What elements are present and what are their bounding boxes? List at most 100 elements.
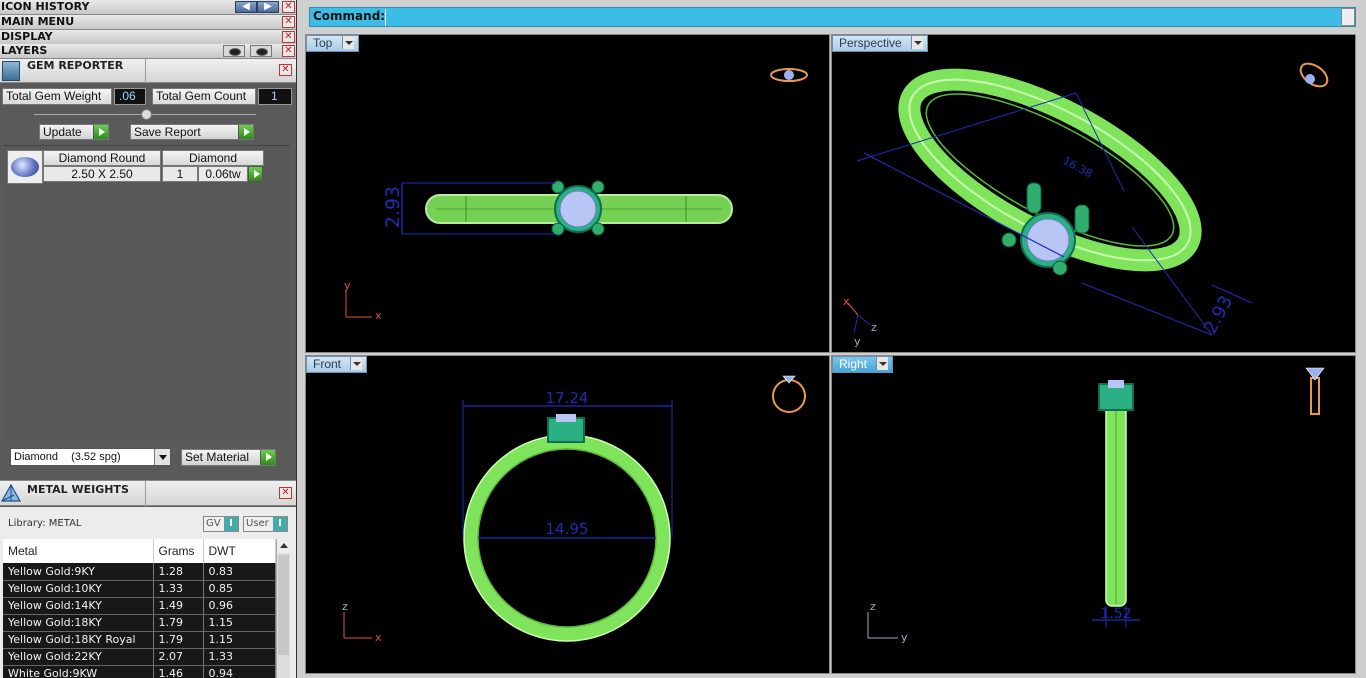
forward-arrow-icon[interactable]: ▶ bbox=[257, 1, 279, 13]
metal-name: Yellow Gold:18KY Royal bbox=[3, 631, 154, 649]
info-icon: I bbox=[224, 517, 238, 531]
metal-weights-body: Library: METAL GV I User I Metal Grams D… bbox=[0, 507, 296, 678]
scroll-thumb[interactable] bbox=[278, 555, 289, 655]
table-header-row: Metal Grams DWT bbox=[3, 539, 276, 563]
user-toggle[interactable]: User I bbox=[243, 516, 288, 532]
metal-dwt: 1.15 bbox=[203, 614, 276, 632]
gv-label: GV bbox=[206, 518, 221, 529]
total-gem-count-value: 1 bbox=[258, 88, 292, 105]
top-label-text: Top bbox=[313, 36, 333, 50]
metal-grams: 1.79 bbox=[153, 614, 204, 632]
table-row[interactable]: Yellow Gold:22KY 2.07 1.33 bbox=[3, 648, 276, 666]
command-input[interactable] bbox=[388, 9, 1338, 25]
table-row[interactable]: White Gold:9KW 1.46 0.94 bbox=[3, 665, 276, 678]
metal-weights-scrollbar[interactable] bbox=[276, 539, 290, 678]
top-axis-y: y bbox=[344, 279, 351, 292]
table-row[interactable]: Yellow Gold:18KY Royal 1.79 1.15 bbox=[3, 631, 276, 649]
table-row[interactable]: Yellow Gold:9KY 1.28 0.83 bbox=[3, 563, 276, 581]
chevron-down-icon[interactable] bbox=[341, 36, 354, 49]
front-label-text: Front bbox=[313, 357, 342, 371]
total-gem-count-label: Total Gem Count bbox=[152, 88, 256, 105]
update-label: Update bbox=[43, 125, 82, 139]
perspective-axis-z: z bbox=[871, 321, 877, 334]
viewport-top[interactable]: 2.93 y x Top bbox=[305, 34, 830, 353]
gem-reporter-title: GEM REPORTER bbox=[27, 59, 124, 72]
chevron-down-icon[interactable] bbox=[350, 357, 363, 370]
metal-dwt: 0.83 bbox=[203, 563, 276, 581]
main-menu-header[interactable]: MAIN MENU ✕ bbox=[0, 15, 296, 30]
material-spg: (3.52 spg) bbox=[71, 451, 121, 463]
right-axis-y: y bbox=[901, 631, 908, 644]
back-arrow-icon[interactable]: ◀ bbox=[235, 1, 257, 13]
save-report-button[interactable]: Save Report bbox=[130, 124, 254, 140]
top-thumbnail-icon[interactable] bbox=[770, 68, 808, 82]
layers-header[interactable]: LAYERS ✕ bbox=[0, 44, 296, 59]
icon-history-header[interactable]: ICON HISTORY ◀ ▶ ✕ bbox=[0, 0, 296, 15]
right-axis-z: z bbox=[870, 600, 876, 613]
viewport-label-right[interactable]: Right bbox=[832, 356, 894, 373]
column-header[interactable]: Metal bbox=[3, 539, 154, 563]
close-icon[interactable]: ✕ bbox=[279, 487, 292, 499]
gem-size: 2.50 X 2.50 bbox=[43, 166, 161, 182]
close-icon[interactable]: ✕ bbox=[279, 64, 292, 76]
layer-visibility-icon[interactable] bbox=[223, 45, 245, 57]
icon-history-title: ICON HISTORY bbox=[1, 0, 90, 13]
set-material-button[interactable]: Set Material bbox=[181, 449, 276, 466]
command-scroll-spinner[interactable] bbox=[1341, 8, 1355, 26]
save-report-label: Save Report bbox=[134, 125, 201, 139]
metal-name: Yellow Gold:18KY bbox=[3, 614, 154, 632]
gv-toggle[interactable]: GV I bbox=[203, 516, 239, 532]
chevron-down-icon[interactable] bbox=[911, 36, 924, 49]
viewport-label-top[interactable]: Top bbox=[306, 35, 359, 52]
scroll-up-icon[interactable] bbox=[277, 539, 290, 553]
close-icon[interactable]: ✕ bbox=[282, 1, 295, 13]
chevron-down-icon[interactable] bbox=[876, 357, 889, 370]
perspective-axis-x: x bbox=[843, 295, 850, 308]
material-select[interactable]: Diamond (3.52 spg) bbox=[10, 448, 171, 466]
perspective-thumbnail-icon[interactable] bbox=[1297, 59, 1332, 91]
front-dim-outer: 17.24 bbox=[546, 389, 589, 407]
metal-dwt: 0.85 bbox=[203, 580, 276, 598]
diamond-round-icon[interactable] bbox=[7, 150, 43, 184]
column-header[interactable]: DWT bbox=[203, 539, 276, 563]
top-dim-height: 2.93 bbox=[382, 186, 404, 228]
gem-reporter-header: GEM REPORTER ✕ bbox=[0, 59, 296, 83]
viewport-label-perspective[interactable]: Perspective bbox=[832, 35, 929, 52]
metal-dwt: 0.96 bbox=[203, 597, 276, 615]
update-button[interactable]: Update bbox=[39, 124, 109, 140]
table-row[interactable]: Yellow Gold:18KY 1.79 1.15 bbox=[3, 614, 276, 632]
metal-weights-title: METAL WEIGHTS bbox=[27, 483, 129, 496]
gem-weight: 0.06tw bbox=[198, 166, 248, 182]
metal-grams: 1.46 bbox=[153, 665, 204, 678]
metal-grams: 1.49 bbox=[153, 597, 204, 615]
play-icon bbox=[260, 450, 275, 465]
metal-grams: 1.79 bbox=[153, 631, 204, 649]
gem-go-icon[interactable] bbox=[248, 166, 263, 182]
eye-icon[interactable] bbox=[250, 45, 272, 57]
gem-material-header: Diamond bbox=[162, 150, 264, 166]
metal-name: White Gold:9KW bbox=[3, 665, 154, 678]
pyramid-icon bbox=[0, 483, 22, 502]
right-thumbnail-icon[interactable] bbox=[1305, 367, 1325, 415]
gem-shape-header: Diamond Round bbox=[43, 150, 161, 166]
close-icon[interactable]: ✕ bbox=[282, 16, 295, 28]
column-header[interactable]: Grams bbox=[153, 539, 204, 563]
metal-grams: 1.28 bbox=[153, 563, 204, 581]
front-dim-inner: 14.95 bbox=[546, 520, 589, 538]
close-icon[interactable]: ✕ bbox=[282, 45, 295, 57]
main-menu-title: MAIN MENU bbox=[1, 15, 75, 28]
collapse-handle-icon[interactable] bbox=[141, 109, 152, 120]
metal-grams: 2.07 bbox=[153, 648, 204, 666]
table-row[interactable]: Yellow Gold:10KY 1.33 0.85 bbox=[3, 580, 276, 598]
close-icon[interactable]: ✕ bbox=[282, 31, 295, 43]
display-header[interactable]: DISPLAY ✕ bbox=[0, 30, 296, 45]
viewport-perspective[interactable]: 16.38 2.93 x z y Perspective bbox=[831, 34, 1356, 353]
top-view-canvas: 2.93 y x bbox=[344, 68, 808, 322]
viewport-label-front[interactable]: Front bbox=[306, 356, 368, 373]
front-thumbnail-icon[interactable] bbox=[772, 375, 806, 413]
table-row[interactable]: Yellow Gold:14KY 1.49 0.96 bbox=[3, 597, 276, 615]
command-label: Command: bbox=[313, 9, 386, 23]
viewport-front[interactable]: 17.24 14.95 z x Front bbox=[305, 355, 830, 674]
viewport-right[interactable]: 1.52 z y Right bbox=[831, 355, 1356, 674]
chevron-down-icon[interactable] bbox=[154, 449, 170, 465]
